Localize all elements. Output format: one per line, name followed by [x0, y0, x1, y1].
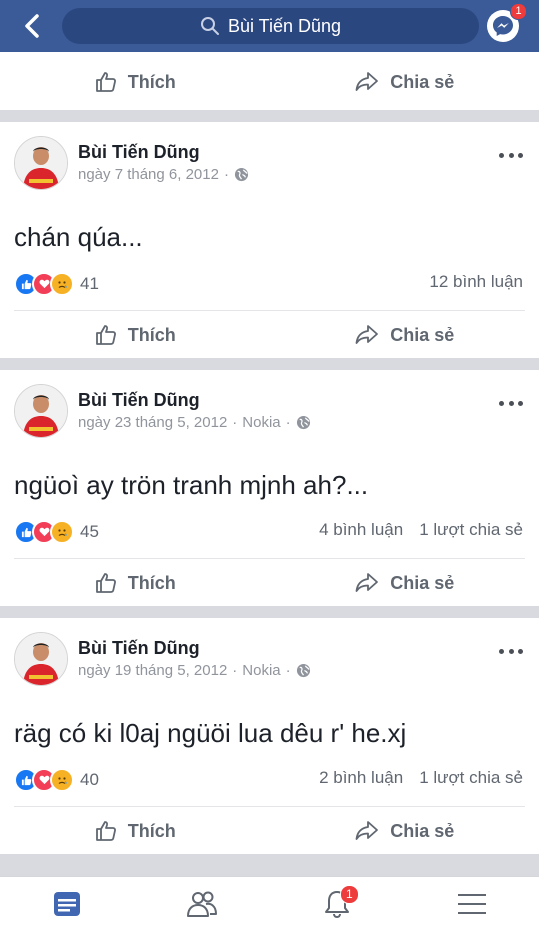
- like-button[interactable]: Thích: [0, 58, 270, 106]
- globe-icon: [234, 167, 249, 182]
- avatar[interactable]: [14, 632, 68, 686]
- hamburger-menu-icon: [458, 893, 486, 915]
- share-label: Chia sẻ: [390, 72, 454, 93]
- messenger-icon: [492, 15, 514, 37]
- thumbs-up-icon: [94, 323, 118, 347]
- comment-count[interactable]: 12 bình luận: [429, 272, 523, 292]
- reaction-count: 40: [80, 770, 99, 790]
- back-button[interactable]: [18, 12, 46, 40]
- like-button[interactable]: Thích: [0, 807, 270, 855]
- like-label: Thích: [128, 821, 176, 842]
- share-arrow-icon: [354, 323, 380, 347]
- globe-icon: [296, 663, 311, 678]
- share-label: Chia sẻ: [390, 821, 454, 842]
- messenger-button[interactable]: 1: [487, 10, 519, 42]
- share-label: Chia sẻ: [390, 325, 454, 346]
- post-text: chán qúa...: [14, 222, 143, 253]
- post-source: Nokia: [242, 662, 280, 679]
- chevron-left-icon: [24, 14, 40, 38]
- post-meta: ngày 23 tháng 5, 2012 · Nokia ·: [78, 414, 311, 431]
- nav-friends[interactable]: [135, 877, 270, 931]
- reaction-count: 45: [80, 522, 99, 542]
- meta-separator: ·: [286, 414, 291, 431]
- post-card: Bùi Tiến Dũng ngày 7 tháng 6, 2012 · chá…: [0, 122, 539, 358]
- post-stats: 2 bình luận 1 lượt chia sẻ: [319, 768, 523, 788]
- share-button[interactable]: Chia sẻ: [270, 58, 539, 106]
- share-arrow-icon: [354, 571, 380, 595]
- post-stats: 4 bình luận 1 lượt chia sẻ: [319, 520, 523, 540]
- meta-separator: ·: [232, 414, 237, 431]
- post-meta: ngày 7 tháng 6, 2012 ·: [78, 166, 249, 183]
- post-date[interactable]: ngày 7 tháng 6, 2012: [78, 166, 219, 183]
- search-query: Bùi Tiến Dũng: [228, 16, 341, 37]
- post-date[interactable]: ngày 23 tháng 5, 2012: [78, 414, 227, 431]
- more-options-button[interactable]: [499, 148, 523, 162]
- comment-count[interactable]: 2 bình luận: [319, 768, 403, 788]
- nav-menu[interactable]: [404, 877, 539, 931]
- sad-reaction-icon: [50, 272, 74, 296]
- search-icon: [200, 16, 220, 36]
- reactions-summary[interactable]: 45: [14, 520, 99, 544]
- post-text: räg có ki l0aj ngüöi lua dêu r' he.xj: [14, 718, 406, 749]
- like-button[interactable]: Thích: [0, 311, 270, 359]
- share-arrow-icon: [354, 70, 380, 94]
- thumbs-up-icon: [94, 70, 118, 94]
- comment-count[interactable]: 4 bình luận: [319, 520, 403, 540]
- post-card: Bùi Tiến Dũng ngày 23 tháng 5, 2012 · No…: [0, 370, 539, 606]
- avatar[interactable]: [14, 136, 68, 190]
- messenger-badge: 1: [510, 3, 527, 20]
- post-meta: ngày 19 tháng 5, 2012 · Nokia ·: [78, 662, 311, 679]
- thumbs-up-icon: [94, 571, 118, 595]
- previous-post-footer: Thích Chia sẻ: [0, 52, 539, 110]
- share-button[interactable]: Chia sẻ: [270, 559, 539, 607]
- avatar[interactable]: [14, 384, 68, 438]
- thumbs-up-icon: [94, 819, 118, 843]
- share-button[interactable]: Chia sẻ: [270, 807, 539, 855]
- share-count[interactable]: 1 lượt chia sẻ: [419, 768, 523, 788]
- nav-notifications[interactable]: 1: [270, 877, 405, 931]
- share-label: Chia sẻ: [390, 573, 454, 594]
- meta-separator: ·: [224, 166, 229, 183]
- like-label: Thích: [128, 325, 176, 346]
- sad-reaction-icon: [50, 520, 74, 544]
- post-author[interactable]: Bùi Tiến Dũng: [78, 142, 200, 163]
- reaction-count: 41: [80, 274, 99, 294]
- like-button[interactable]: Thích: [0, 559, 270, 607]
- top-bar: Bùi Tiến Dũng 1: [0, 0, 539, 52]
- like-label: Thích: [128, 72, 176, 93]
- meta-separator: ·: [232, 662, 237, 679]
- post-author[interactable]: Bùi Tiến Dũng: [78, 638, 200, 659]
- share-arrow-icon: [354, 819, 380, 843]
- friends-icon: [185, 889, 219, 919]
- notifications-badge: 1: [340, 885, 359, 904]
- post-card: Bùi Tiến Dũng ngày 19 tháng 5, 2012 · No…: [0, 618, 539, 854]
- meta-separator: ·: [286, 662, 291, 679]
- globe-icon: [296, 415, 311, 430]
- sad-reaction-icon: [50, 768, 74, 792]
- bottom-nav: 1: [0, 876, 539, 931]
- reactions-summary[interactable]: 41: [14, 272, 99, 296]
- like-label: Thích: [128, 573, 176, 594]
- share-button[interactable]: Chia sẻ: [270, 311, 539, 359]
- post-stats: 12 bình luận: [429, 272, 523, 292]
- post-source: Nokia: [242, 414, 280, 431]
- post-author[interactable]: Bùi Tiến Dũng: [78, 390, 200, 411]
- post-date[interactable]: ngày 19 tháng 5, 2012: [78, 662, 227, 679]
- more-options-button[interactable]: [499, 396, 523, 410]
- reactions-summary[interactable]: 40: [14, 768, 99, 792]
- search-bar[interactable]: Bùi Tiến Dũng: [62, 8, 479, 44]
- post-text: ngüoì ay trön tranh mjnh ah?...: [14, 470, 368, 501]
- more-options-button[interactable]: [499, 644, 523, 658]
- news-feed-icon: [52, 889, 82, 919]
- nav-news-feed[interactable]: [0, 877, 135, 931]
- share-count[interactable]: 1 lượt chia sẻ: [419, 520, 523, 540]
